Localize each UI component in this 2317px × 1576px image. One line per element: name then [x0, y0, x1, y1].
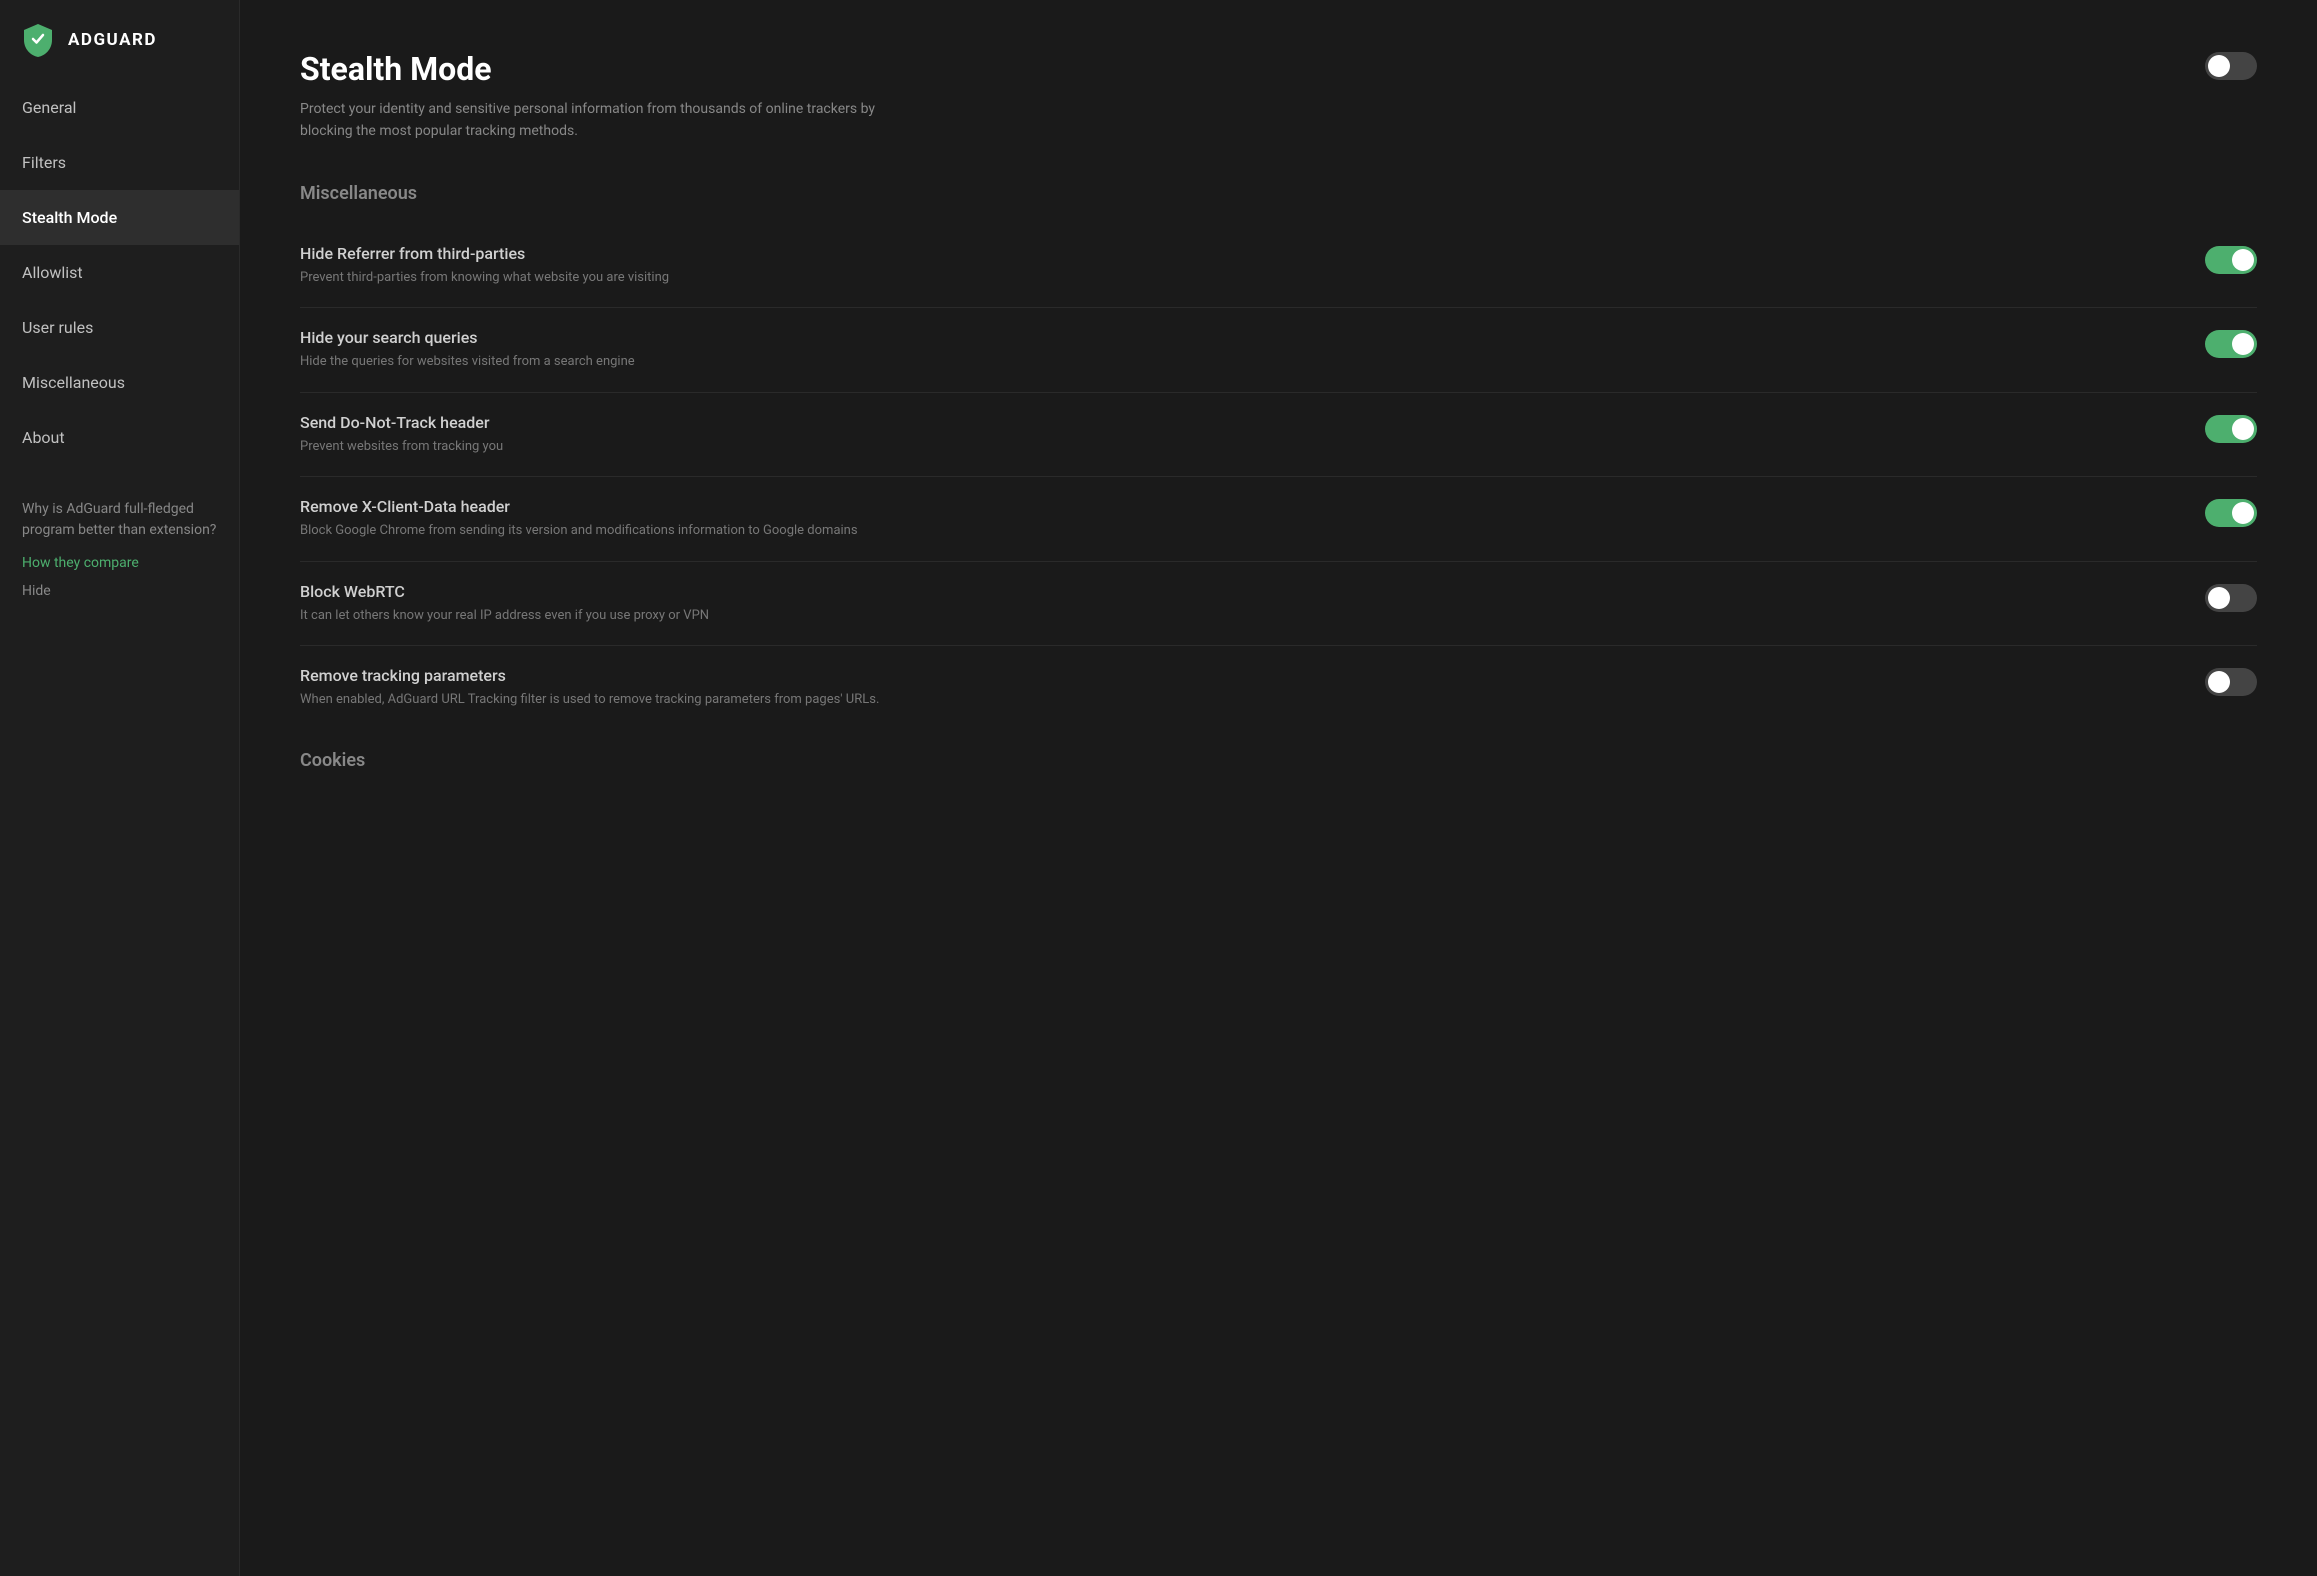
block-webrtc-desc: It can let others know your real IP addr…	[300, 606, 2175, 626]
hide-referrer-title: Hide Referrer from third-parties	[300, 244, 2175, 263]
hide-referrer-item: Hide Referrer from third-parties Prevent…	[300, 224, 2257, 309]
sidebar: ADGUARD General Filters Stealth Mode All…	[0, 0, 240, 1576]
hide-search-queries-title: Hide your search queries	[300, 328, 2175, 347]
sidebar-item-filters[interactable]: Filters	[0, 135, 239, 190]
miscellaneous-section-header: Miscellaneous	[300, 183, 2257, 204]
sidebar-promo-text: Why is AdGuard full-fledged program bett…	[0, 475, 239, 549]
block-webrtc-toggle[interactable]	[2205, 584, 2257, 612]
block-webrtc-text: Block WebRTC It can let others know your…	[300, 582, 2175, 626]
main-content: Stealth Mode Protect your identity and s…	[240, 0, 2317, 1576]
do-not-track-item: Send Do-Not-Track header Prevent website…	[300, 393, 2257, 478]
block-webrtc-item: Block WebRTC It can let others know your…	[300, 562, 2257, 647]
miscellaneous-section: Miscellaneous Hide Referrer from third-p…	[300, 183, 2257, 730]
sidebar-item-miscellaneous[interactable]: Miscellaneous	[0, 355, 239, 410]
logo-area: ADGUARD	[0, 0, 239, 80]
stealth-mode-master-toggle-knob	[2208, 55, 2230, 77]
hide-search-queries-text: Hide your search queries Hide the querie…	[300, 328, 2175, 372]
remove-tracking-params-item: Remove tracking parameters When enabled,…	[300, 646, 2257, 730]
hide-referrer-desc: Prevent third-parties from knowing what …	[300, 268, 2175, 288]
sidebar-item-general[interactable]: General	[0, 80, 239, 135]
do-not-track-text: Send Do-Not-Track header Prevent website…	[300, 413, 2175, 457]
logo-text: ADGUARD	[68, 30, 157, 50]
sidebar-item-stealth-mode[interactable]: Stealth Mode	[0, 190, 239, 245]
remove-tracking-params-desc: When enabled, AdGuard URL Tracking filte…	[300, 690, 2175, 710]
adguard-logo-icon	[20, 22, 56, 58]
hide-search-queries-desc: Hide the queries for websites visited fr…	[300, 352, 2175, 372]
hide-search-queries-item: Hide your search queries Hide the querie…	[300, 308, 2257, 393]
remove-x-client-text: Remove X-Client-Data header Block Google…	[300, 497, 2175, 541]
remove-tracking-params-toggle[interactable]	[2205, 668, 2257, 696]
how-they-compare-link[interactable]: How they compare	[0, 549, 239, 577]
sidebar-nav: General Filters Stealth Mode Allowlist U…	[0, 80, 239, 465]
do-not-track-toggle[interactable]	[2205, 415, 2257, 443]
sidebar-hide-button[interactable]: Hide	[0, 577, 239, 619]
remove-tracking-params-text: Remove tracking parameters When enabled,…	[300, 666, 2175, 710]
sidebar-item-user-rules[interactable]: User rules	[0, 300, 239, 355]
sidebar-item-about[interactable]: About	[0, 410, 239, 465]
page-description: Protect your identity and sensitive pers…	[300, 98, 900, 143]
remove-x-client-toggle[interactable]	[2205, 499, 2257, 527]
cookies-section-header: Cookies	[300, 750, 2257, 771]
remove-x-client-desc: Block Google Chrome from sending its ver…	[300, 521, 2175, 541]
remove-x-client-title: Remove X-Client-Data header	[300, 497, 2175, 516]
page-title-area: Stealth Mode Protect your identity and s…	[300, 50, 2205, 143]
remove-tracking-params-title: Remove tracking parameters	[300, 666, 2175, 685]
hide-search-queries-toggle[interactable]	[2205, 330, 2257, 358]
block-webrtc-title: Block WebRTC	[300, 582, 2175, 601]
cookies-section: Cookies	[300, 750, 2257, 771]
stealth-mode-master-toggle[interactable]	[2205, 52, 2257, 80]
hide-referrer-toggle[interactable]	[2205, 246, 2257, 274]
do-not-track-title: Send Do-Not-Track header	[300, 413, 2175, 432]
do-not-track-desc: Prevent websites from tracking you	[300, 437, 2175, 457]
page-title: Stealth Mode	[300, 50, 2205, 88]
remove-x-client-item: Remove X-Client-Data header Block Google…	[300, 477, 2257, 562]
hide-referrer-text: Hide Referrer from third-parties Prevent…	[300, 244, 2175, 288]
page-header: Stealth Mode Protect your identity and s…	[300, 50, 2257, 143]
sidebar-item-allowlist[interactable]: Allowlist	[0, 245, 239, 300]
